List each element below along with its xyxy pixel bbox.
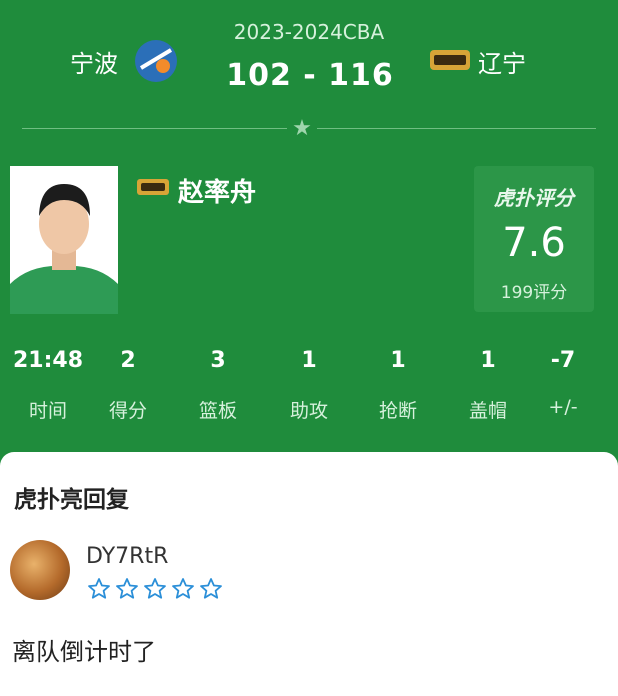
stat-value-rebounds: 3 [210, 348, 226, 373]
rating-value: 7.6 [502, 220, 566, 266]
rating-brand: 虎扑评分 [494, 186, 574, 210]
user-avatar[interactable] [10, 540, 70, 600]
reply-section-title: 虎扑亮回复 [14, 487, 129, 513]
away-team-name[interactable]: 辽宁 [478, 44, 526, 79]
stat-value-steals: 1 [390, 348, 406, 373]
stat-value-time: 21:48 [12, 348, 84, 373]
reply-comment-text: 离队倒计时了 [12, 638, 156, 666]
rating-panel[interactable]: 虎扑评分 7.6 199评分 [474, 166, 594, 312]
rating-star-4-icon [172, 578, 194, 599]
rating-star-3-icon [144, 578, 166, 599]
user-rating-stars[interactable] [86, 576, 226, 602]
player-team-logo-icon [136, 176, 170, 198]
season-label: 2023-2024CBA [233, 20, 385, 44]
stat-label-points: 得分 [108, 400, 147, 422]
home-team-name[interactable]: 宁波 [70, 44, 118, 79]
reply-card: 虎扑亮回复 DY7RtR 离队倒计时了 [0, 452, 618, 696]
away-team-logo-icon[interactable] [428, 44, 472, 76]
rating-star-2-icon [116, 578, 138, 599]
stat-label-plusminus: +/- [548, 396, 578, 418]
match-score: 102 - 116 [226, 58, 394, 93]
rating-star-1-icon [88, 578, 110, 599]
favorite-star-icon[interactable]: ★ [287, 116, 317, 142]
stat-value-assists: 1 [301, 348, 317, 373]
stat-label-blocks: 盖帽 [468, 400, 507, 422]
stat-value-plusminus: -7 [550, 348, 576, 373]
stat-label-time: 时间 [28, 400, 67, 422]
rating-count: 199评分 [500, 283, 568, 303]
stat-label-rebounds: 篮板 [198, 400, 237, 422]
stat-value-blocks: 1 [480, 348, 496, 373]
player-photo [10, 166, 118, 314]
stat-value-points: 2 [120, 348, 136, 373]
stat-label-assists: 助攻 [289, 400, 328, 422]
stat-label-steals: 抢断 [378, 400, 417, 422]
home-team-logo-icon[interactable] [133, 38, 179, 84]
reply-username[interactable]: DY7RtR [86, 544, 168, 569]
rating-star-5-icon [200, 578, 222, 599]
player-name[interactable]: 赵率舟 [178, 172, 256, 209]
